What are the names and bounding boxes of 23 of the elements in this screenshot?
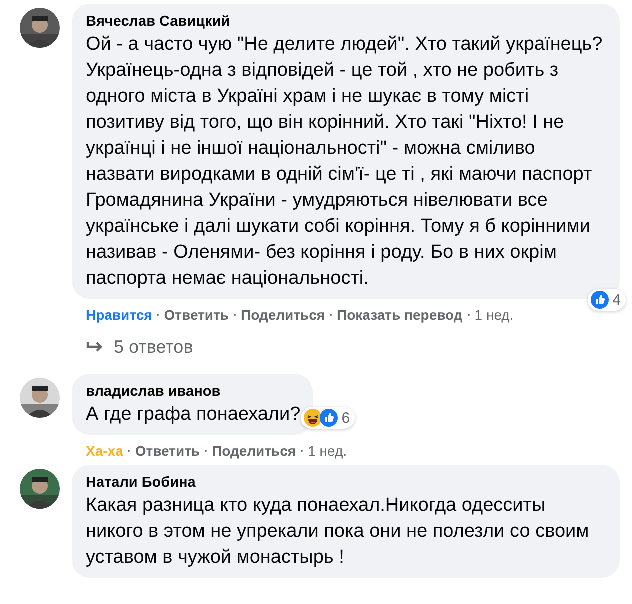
reaction-badge[interactable]: 4 <box>588 289 626 311</box>
author-name[interactable]: Натали Бобина <box>86 473 608 493</box>
laughing-face-icon <box>304 409 322 427</box>
action-link[interactable]: Нравится <box>86 305 152 325</box>
timestamp: 1 нед. <box>308 442 348 461</box>
comment-text: Ой - а часто чую "Не делите людей". Хто такий українець? Українець-одна з відповідей - це той , хто не робить з одного міста в Україні храм і не шукає в тому місті позитиву від того, що він корінний. Хто такі "Ніхто! І не українці і не іншої національності" - можна сміливо назвати виродками в одній сім'ї- це ті , які маючи паспорт Громадянина України - умудряються нівелювати все українське і далі шукати собі коріння. Тому я б корінними називав - Оленями- без коріння і роду. Бо в них окрім паспорта немає національності. <box>86 33 604 291</box>
action-link[interactable]: Показать перевод <box>337 305 463 325</box>
reaction-badge[interactable]: 6 <box>300 407 356 429</box>
reply-arrow-icon <box>86 340 104 354</box>
action-link[interactable]: Ответить <box>135 441 200 461</box>
author-name[interactable]: Вячеслав Савицкий <box>86 12 608 32</box>
action-link[interactable]: Ответить <box>164 305 229 325</box>
action-link[interactable]: Поделиться <box>241 305 326 325</box>
like-icon <box>320 409 338 427</box>
reaction-count: 6 <box>342 410 350 426</box>
comment-text: А где графа понаехали? <box>86 403 301 427</box>
comment-text: Какая разница кто куда понаехал.Никогда одесситы никого в этом не упрекали пока они не полезли со своим уставом в чужой монастырь ! <box>86 494 590 570</box>
view-replies-link[interactable]: 5 ответов <box>114 337 194 358</box>
timestamp: 1 нед. <box>474 306 514 325</box>
reaction-count: 4 <box>612 292 621 308</box>
action-link[interactable]: Поделиться <box>212 441 296 461</box>
author-name[interactable]: владислав иванов <box>86 382 301 402</box>
like-icon <box>590 291 609 309</box>
